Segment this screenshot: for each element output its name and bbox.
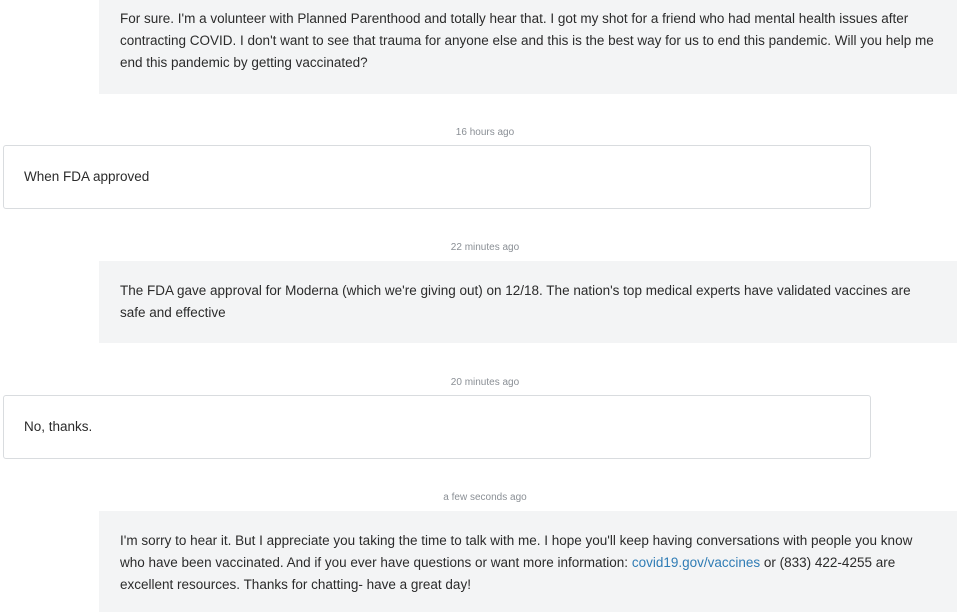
message-text: The FDA gave approval for Moderna (which… xyxy=(120,283,911,320)
message-text: When FDA approved xyxy=(24,169,150,184)
incoming-message: When FDA approved xyxy=(3,145,871,209)
vaccines-link[interactable]: covid19.gov/vaccines xyxy=(632,555,760,570)
message-timestamp: a few seconds ago xyxy=(443,492,527,503)
message-timestamp: 20 minutes ago xyxy=(450,377,520,388)
message-thread: For sure. I'm a volunteer with Planned P… xyxy=(0,0,957,612)
message-text: For sure. I'm a volunteer with Planned P… xyxy=(120,11,934,70)
message-timestamp: 22 minutes ago xyxy=(450,242,520,253)
message-text: No, thanks. xyxy=(24,419,93,434)
message-timestamp: 16 hours ago xyxy=(455,127,515,138)
outgoing-message: The FDA gave approval for Moderna (which… xyxy=(99,261,957,343)
outgoing-message: I'm sorry to hear it. But I appreciate y… xyxy=(99,511,957,612)
incoming-message: No, thanks. xyxy=(3,395,871,459)
outgoing-message: For sure. I'm a volunteer with Planned P… xyxy=(99,0,957,94)
